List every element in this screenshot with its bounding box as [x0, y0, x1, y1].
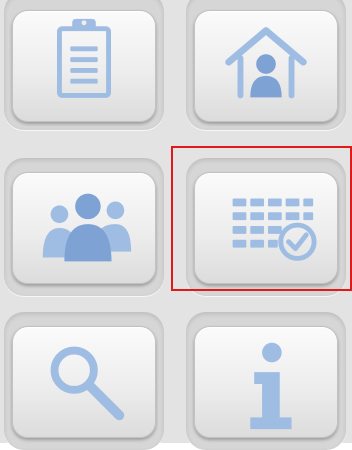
clipboard-button[interactable] [12, 10, 156, 122]
group-button[interactable] [12, 172, 156, 284]
schedule-button[interactable] [194, 172, 338, 284]
clipboard-icon [56, 18, 112, 98]
search-button[interactable] [12, 326, 156, 438]
info-icon [250, 342, 292, 430]
home-user-icon [225, 27, 307, 99]
home-button[interactable] [194, 10, 338, 122]
launcher-grid [0, 0, 352, 450]
info-button[interactable] [194, 326, 338, 438]
search-icon [50, 346, 125, 421]
group-users-icon [42, 193, 132, 262]
calendar-check-icon [232, 198, 317, 261]
